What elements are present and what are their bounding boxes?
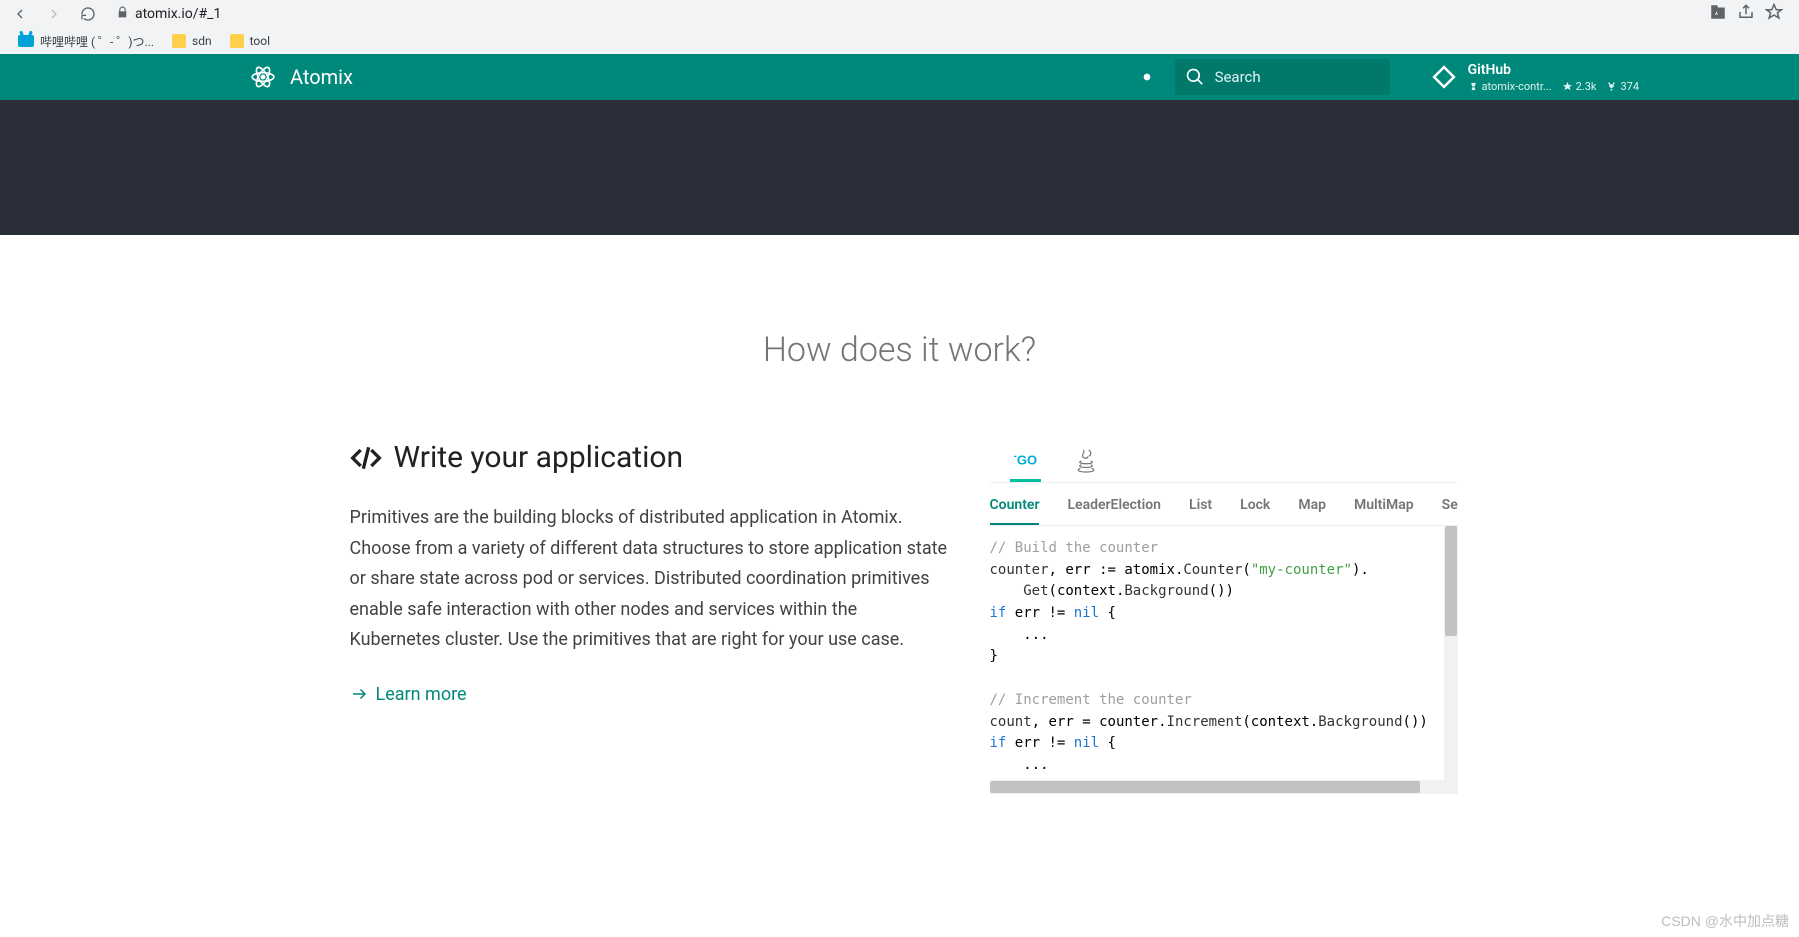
code-block[interactable]: // Build the counter counter, err := ato… [990, 526, 1458, 794]
chrome-actions [1709, 3, 1793, 25]
brand[interactable]: Atomix [250, 64, 353, 90]
brightness-icon [1137, 67, 1157, 87]
tab-counter[interactable]: Counter [990, 497, 1040, 525]
section-title: How does it work? [350, 330, 1450, 370]
github-title: GitHub [1468, 62, 1639, 78]
go-logo-icon: GO [1014, 451, 1038, 467]
left-column: Write your application Primitives are th… [350, 440, 950, 794]
scroll-corner [1444, 780, 1458, 794]
bookmarks-bar: 哔哩哔哩 ( ゜- ゜)つ... sdn tool [0, 28, 1799, 54]
lang-tab-go[interactable]: GO [1010, 440, 1042, 482]
atom-icon [250, 64, 276, 90]
folder-icon [230, 34, 244, 48]
folder-icon [172, 34, 186, 48]
tab-set[interactable]: Se [1442, 497, 1458, 525]
url-text: atomix.io/#_1 [135, 6, 221, 22]
search-icon [1185, 67, 1205, 87]
star-icon[interactable] [1765, 3, 1783, 25]
hero-band [0, 100, 1799, 235]
back-button[interactable] [6, 0, 34, 28]
browser-chrome: atomix.io/#_1 哔哩哔哩 ( ゜- ゜)つ... sdn tool [0, 0, 1799, 54]
learn-more-link[interactable]: Learn more [350, 684, 467, 705]
tab-leaderelection[interactable]: LeaderElection [1067, 497, 1161, 525]
github-forks: 374 [1606, 80, 1639, 93]
code-block-wrapper: // Build the counter counter, err := ato… [990, 526, 1458, 794]
github-stars: 2.3k [1562, 80, 1597, 93]
bilibili-icon [18, 35, 34, 47]
watermark: CSDN @水中加点糖 [1661, 911, 1789, 931]
main-content: How does it work? Write your application… [350, 330, 1450, 834]
vertical-scrollbar[interactable] [1444, 526, 1458, 780]
java-logo-icon [1075, 448, 1097, 474]
share-icon[interactable] [1737, 3, 1755, 25]
translate-icon[interactable] [1709, 3, 1727, 25]
bookmark-bilibili[interactable]: 哔哩哔哩 ( ゜- ゜)つ... [18, 33, 154, 50]
bookmark-tool[interactable]: tool [230, 34, 270, 48]
bookmark-sdn[interactable]: sdn [172, 34, 212, 48]
theme-toggle[interactable] [1129, 59, 1165, 95]
arrow-right-icon [350, 685, 368, 703]
subsection-heading: Write your application [350, 440, 950, 475]
lock-icon [116, 6, 129, 23]
brand-text: Atomix [290, 65, 353, 89]
search-placeholder: Search [1215, 68, 1261, 86]
github-meta: GitHub atomix-contr... 2.3k 374 [1468, 62, 1639, 93]
code-icon [350, 442, 382, 474]
tab-multimap[interactable]: MultiMap [1354, 497, 1414, 525]
github-repo: atomix-contr... [1468, 80, 1552, 93]
language-tabs: GO [990, 440, 1458, 483]
lang-tab-java[interactable] [1071, 440, 1101, 482]
primitive-tabs: Counter LeaderElection List Lock Map Mul… [990, 483, 1458, 526]
site-header: Atomix Search GitHub atomix-contr... 2.3… [0, 54, 1799, 100]
tab-map[interactable]: Map [1298, 497, 1326, 525]
github-link[interactable]: GitHub atomix-contr... 2.3k 374 [1430, 62, 1639, 93]
code-panel: GO Counter LeaderElection List Lock Map … [990, 440, 1458, 794]
tab-lock[interactable]: Lock [1240, 497, 1270, 525]
search-box[interactable]: Search [1175, 59, 1390, 95]
reload-button[interactable] [74, 0, 102, 28]
address-bar[interactable]: atomix.io/#_1 [108, 6, 1703, 23]
github-icon [1430, 63, 1458, 91]
subsection-body: Primitives are the building blocks of di… [350, 503, 950, 656]
vertical-scroll-thumb[interactable] [1445, 526, 1457, 636]
horizontal-scrollbar[interactable] [990, 780, 1444, 794]
tab-list[interactable]: List [1189, 497, 1212, 525]
address-row: atomix.io/#_1 [0, 0, 1799, 28]
horizontal-scroll-thumb[interactable] [990, 781, 1420, 793]
forward-button[interactable] [40, 0, 68, 28]
